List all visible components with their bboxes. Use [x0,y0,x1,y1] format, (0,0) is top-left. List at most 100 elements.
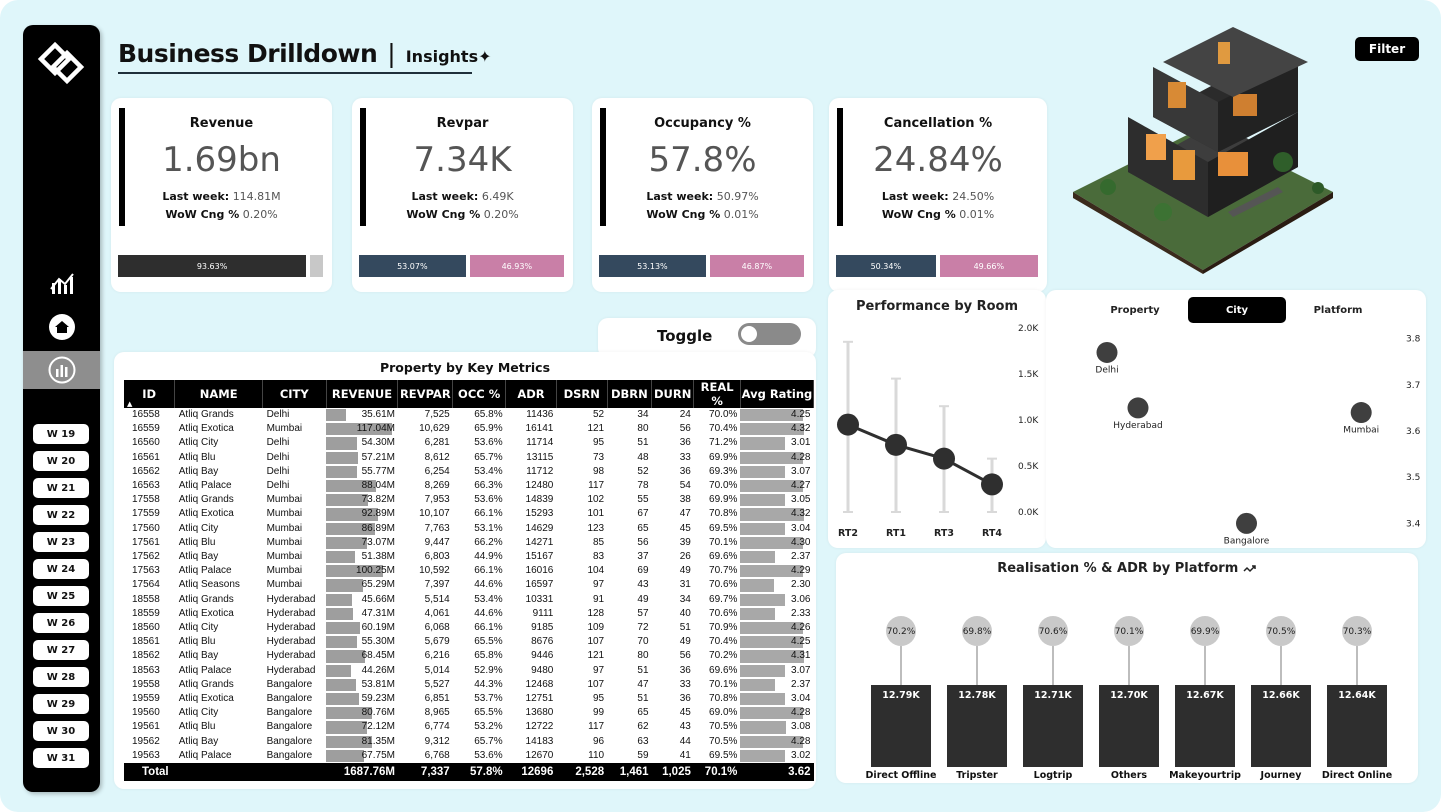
table-cell: 107 [587,636,605,648]
table-row[interactable]: 17561 Atliq Blu Mumbai 73.07M 9,447 66.2% 1427… [124,536,814,550]
view-toggle-switch[interactable] [738,323,801,345]
table-cell: 57.21M [326,451,398,465]
week-button[interactable]: W 21 [33,478,89,498]
table-header-cell[interactable]: REVENUE [326,380,399,408]
rating-value: 3.08 [791,721,811,733]
table-row[interactable]: 18558 Atliq Grands Hyderabad 45.66M 5,514 53.… [124,593,814,607]
kpi-split-segment: 46.87% [709,255,804,277]
table-cell: 47.31M [326,607,398,621]
table-cell: 91 [593,593,605,605]
table-row[interactable]: 18559 Atliq Exotica Hyderabad 47.31M 4,061 44… [124,607,814,621]
table-row[interactable]: 19559 Atliq Exotica Bangalore 59.23M 6,851 53… [124,692,814,706]
week-button[interactable]: W 30 [33,721,89,741]
table-row[interactable]: 19562 Atliq Bay Bangalore 81.35M 9,312 65.7% 1… [124,735,814,749]
table-header-cell[interactable]: OCC % [452,380,507,408]
table-row[interactable]: 17564 Atliq Seasons Mumbai 65.29M 7,397 44.6%… [124,578,814,592]
week-button[interactable]: W 28 [33,667,89,687]
scatter-point[interactable] [1096,341,1118,363]
table-header-cell[interactable]: DURN [651,380,695,408]
table-cell: 33 [679,678,691,690]
week-button[interactable]: W 27 [33,640,89,660]
table-cell: Hyderabad [266,664,316,676]
kpi-split-segment: 53.13% [599,255,706,277]
column-header-label: CITY [279,387,309,401]
column-header-label: DBRN [610,387,648,401]
table-cell: 38 [679,494,691,506]
table-row[interactable]: 19563 Atliq Palace Bangalore 67.75M 6,768 53.… [124,749,814,763]
table-header-cell[interactable]: ADR [505,380,557,408]
table-cell: 6,068 [424,622,450,634]
table-header-cell[interactable]: REVPAR [397,380,454,408]
table-cell: 66.1% [474,622,503,634]
table-row[interactable]: 19561 Atliq Blu Bangalore 72.12M 6,774 53.2% 1… [124,720,814,734]
table-row[interactable]: 19560 Atliq City Bangalore 80.76M 8,965 65.5%… [124,706,814,720]
table-cell: 6,774 [424,721,450,733]
table-cell: 12722 [525,721,554,733]
rating-value: 3.04 [791,522,811,534]
table-row[interactable]: 17560 Atliq City Mumbai 86.89M 7,763 53.1% 146… [124,522,814,536]
home-nav-button[interactable] [23,308,100,346]
table-row[interactable]: 16560 Atliq City Delhi 54.30M 6,281 53.6% 1171… [124,436,814,450]
table-row[interactable]: 18563 Atliq Palace Hyderabad 44.26M 5,014 52.… [124,664,814,678]
week-button[interactable]: W 23 [33,532,89,552]
kpi-split-segment: 46.93% [469,255,564,277]
table-header-cell[interactable]: DBRN [607,380,653,408]
table-cell: 52.9% [474,664,503,676]
table-cell: 65.8% [474,650,503,662]
table-row[interactable]: 16563 Atliq Palace Delhi 88.04M 8,269 66.3% 12… [124,479,814,493]
scatter-point[interactable] [1127,397,1149,419]
table-row[interactable]: 17558 Atliq Grands Mumbai 73.82M 7,953 53.6% 1… [124,493,814,507]
realisation-adr-card: Realisation % & ADR by Platform 70.2% 12.… [836,553,1418,783]
drilldown-nav-button[interactable] [23,351,100,389]
table-header-cell[interactable]: REAL % [693,380,741,408]
kpi-value: 24.84% [873,140,1003,180]
table-row[interactable]: 16558 Atliq Grands Delhi 35.61M 7,525 65.8% 11… [124,408,814,422]
table-header-cell[interactable]: Avg Rating [740,380,815,408]
table-row[interactable]: 16562 Atliq Bay Delhi 55.77M 6,254 53.4% 11712… [124,465,814,479]
table-row[interactable]: 16559 Atliq Exotica Mumbai 117.04M 10,629 65.… [124,422,814,436]
week-button[interactable]: W 24 [33,559,89,579]
kpi-wow-value: 0.20% [242,208,278,221]
scatter-point[interactable] [1350,402,1372,424]
table-cell: 6,768 [424,749,450,761]
table-row[interactable]: 17563 Atliq Palace Mumbai 100.25M 10,592 66.1… [124,564,814,578]
table-row[interactable]: 16561 Atliq Blu Delhi 57.21M 8,612 65.7% 13115… [124,451,814,465]
table-cell: 19560 [132,707,160,719]
table-row[interactable]: 18562 Atliq Bay Hyderabad 68.45M 6,216 65.8% 9… [124,649,814,663]
table-header-cell[interactable]: ID ▲ [124,380,176,408]
rating-value: 4.25 [791,409,811,420]
table-cell: 7,953 [424,494,450,506]
table-cell: 85 [593,536,605,548]
table-cell: 53.4% [474,593,503,605]
table-cell: 2.37 [740,550,813,564]
table-cell: 99 [593,707,605,719]
scatter-point[interactable] [1236,512,1257,534]
table-cell: Atliq City [178,522,219,534]
revenue-value: 117.04M [356,423,395,435]
week-button[interactable]: W 26 [33,613,89,633]
table-header-cell[interactable]: CITY [262,380,327,408]
table-row[interactable]: 18560 Atliq City Hyderabad 60.19M 6,068 66.1%… [124,621,814,635]
table-cell: 5,679 [424,636,450,648]
table-cell: 41 [679,749,691,761]
week-button[interactable]: W 22 [33,505,89,525]
table-header-cell[interactable]: DSRN [556,380,608,408]
week-button[interactable]: W 20 [33,451,89,471]
week-button[interactable]: W 29 [33,694,89,714]
table-row[interactable]: 19558 Atliq Grands Bangalore 53.81M 5,527 44.… [124,678,814,692]
week-button[interactable]: W 31 [33,748,89,768]
kpi-wow-label: WoW Cng % [646,208,721,221]
perf-y-tick: 2.0K [1018,324,1039,334]
week-button[interactable]: W 19 [33,424,89,444]
table-row[interactable]: 18561 Atliq Blu Hyderabad 55.30M 5,679 65.5% 8… [124,635,814,649]
week-button[interactable]: W 25 [33,586,89,606]
analytics-nav-button[interactable] [23,265,100,303]
table-row[interactable]: 17562 Atliq Bay Mumbai 51.38M 6,803 44.9% 1516… [124,550,814,564]
filter-button[interactable]: Filter [1355,37,1419,61]
adr-label: 12.67K [1186,690,1224,701]
table-cell: 8,269 [424,480,450,492]
table-header-cell[interactable]: NAME [174,380,264,408]
table-row[interactable]: 17559 Atliq Exotica Mumbai 92.89M 10,107 66.1… [124,507,814,521]
table-title: Property by Key Metrics [379,360,551,375]
table-cell: 56 [679,650,691,662]
